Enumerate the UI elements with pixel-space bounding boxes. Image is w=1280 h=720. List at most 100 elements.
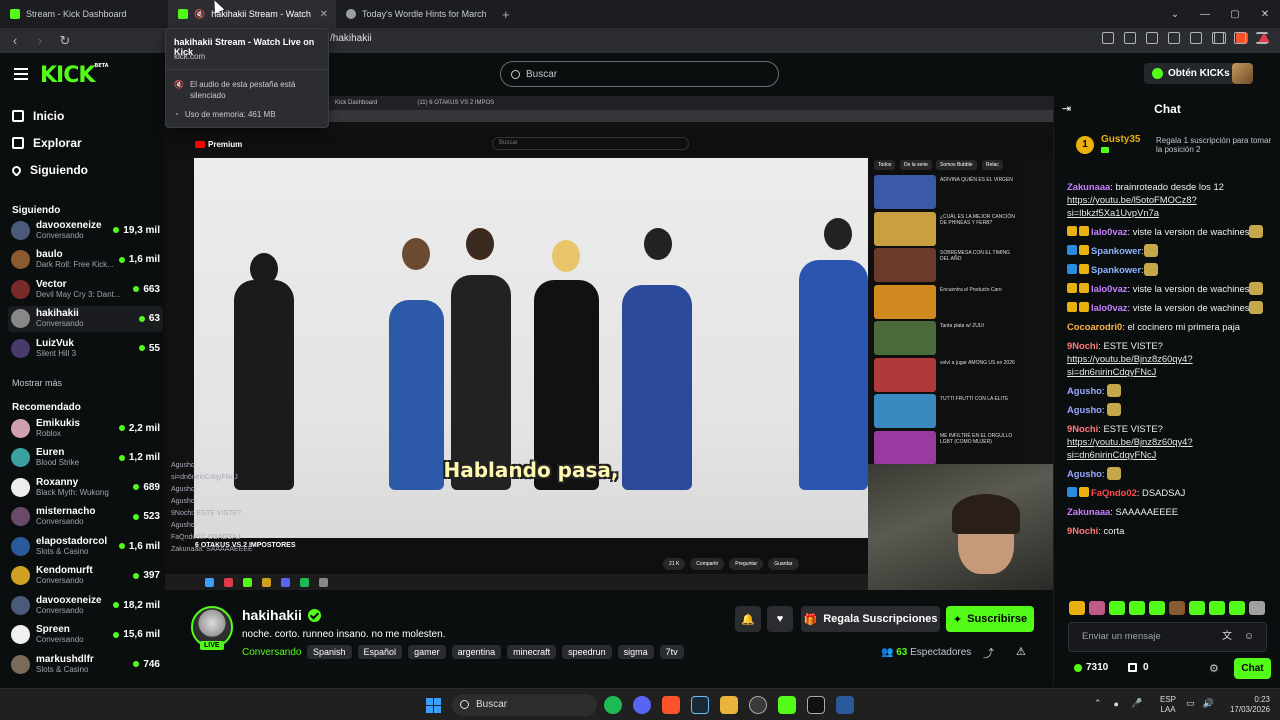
chat-username[interactable]: Zakunaaa bbox=[1067, 506, 1110, 517]
chat-username[interactable]: lalo0vaz bbox=[1091, 283, 1127, 294]
window-menu-icon[interactable]: ⌄ bbox=[1160, 9, 1190, 20]
tag-minecraft[interactable]: minecraft bbox=[507, 645, 557, 659]
tab-wordle-hints[interactable]: Today's Wordle Hints for March 17, 2 bbox=[336, 0, 496, 28]
gift-subs-button[interactable]: 🎁 Regala Suscripciones bbox=[801, 606, 940, 632]
emote-icon[interactable] bbox=[1149, 601, 1165, 615]
minimize-icon[interactable]: — bbox=[1190, 9, 1220, 20]
tray-app-icon[interactable]: ● bbox=[1114, 699, 1119, 709]
sidebar-channel-elapostadorcol[interactable]: elapostadorcol Slots & Casino 1,6 mil bbox=[8, 533, 163, 559]
kicks-balance[interactable]: 7310 bbox=[1074, 662, 1108, 673]
maximize-icon[interactable]: ▢ bbox=[1220, 9, 1250, 20]
chat-username[interactable]: Agusho bbox=[1067, 404, 1102, 415]
vpn-icon[interactable] bbox=[1234, 32, 1246, 44]
nav-following[interactable]: Siguiendo bbox=[10, 163, 88, 177]
chat-username[interactable]: Agusho bbox=[1067, 468, 1102, 479]
chat-username[interactable]: Spankower bbox=[1091, 245, 1141, 256]
chat-username[interactable]: Spankower bbox=[1091, 264, 1141, 275]
brave-icon[interactable] bbox=[662, 696, 680, 714]
sidebar-icon[interactable] bbox=[1168, 32, 1180, 44]
top-gifter-name[interactable]: Gusty35 bbox=[1101, 134, 1140, 145]
show-more-link[interactable]: Mostrar más bbox=[12, 378, 62, 388]
search-input[interactable]: Buscar bbox=[500, 61, 779, 87]
subscribe-button[interactable]: ✦ Suscribirse bbox=[946, 606, 1034, 632]
streamer-name[interactable]: hakihakii bbox=[242, 607, 321, 623]
sidebar-channel-baulo[interactable]: baulo Dark Roll: Free Kick... 1,6 mil bbox=[8, 247, 163, 273]
follow-button[interactable]: ♥ bbox=[767, 606, 793, 632]
report-icon[interactable]: ⚠ bbox=[1016, 645, 1026, 658]
tag-sigma[interactable]: sigma bbox=[617, 645, 654, 659]
tag-spanish[interactable]: Spanish bbox=[307, 645, 352, 659]
emote-icon[interactable] bbox=[1069, 601, 1085, 615]
chat-settings-icon[interactable]: ⚙ bbox=[1209, 662, 1219, 675]
obs-icon[interactable] bbox=[749, 696, 767, 714]
leo-ai-icon[interactable] bbox=[1212, 32, 1224, 44]
translate-icon[interactable]: 文 bbox=[1222, 623, 1232, 651]
nav-explore[interactable]: Explorar bbox=[12, 136, 82, 150]
chat-username[interactable]: 9Nochi bbox=[1067, 525, 1098, 536]
tab-hakihakii-stream[interactable]: 🔇 hakihakii Stream - Watch Live ✕ bbox=[168, 0, 336, 28]
chat-link[interactable]: https://youtu.be/Bjnz8z60qy4?si=dn6nirin… bbox=[1067, 436, 1193, 460]
chat-username[interactable]: Zakunaaa bbox=[1067, 181, 1110, 192]
sidebar-channel-hakihakii[interactable]: hakihakii Conversando 63 bbox=[8, 305, 163, 332]
extensions-icon[interactable] bbox=[1124, 32, 1136, 44]
epic-games-icon[interactable] bbox=[807, 696, 825, 714]
sidebar-channel-vector[interactable]: Vector Devil May Cry 3: Dant... 663 bbox=[8, 276, 163, 302]
emoji-icon[interactable]: ☺ bbox=[1244, 623, 1254, 651]
send-chat-button[interactable]: Chat bbox=[1234, 658, 1271, 679]
back-icon[interactable]: ‹ bbox=[5, 33, 25, 48]
chat-username[interactable]: lalo0vaz bbox=[1091, 226, 1127, 237]
tab-kick-dashboard[interactable]: Stream - Kick Dashboard bbox=[0, 0, 168, 28]
hamburger-menu-icon[interactable] bbox=[14, 68, 28, 80]
chat-username[interactable]: 9Nochi bbox=[1067, 340, 1098, 351]
sidebar-channel-roxanny[interactable]: Roxanny Black Myth: Wukong 689 bbox=[8, 474, 163, 500]
chat-username[interactable]: FaQndo02 bbox=[1091, 487, 1137, 498]
chat-username[interactable]: 9Nochi bbox=[1067, 423, 1098, 434]
file-explorer-icon[interactable] bbox=[720, 696, 738, 714]
sidebar-channel-spreen[interactable]: Spreen Conversando 15,6 mil bbox=[8, 622, 163, 648]
discord-icon[interactable] bbox=[633, 696, 651, 714]
channel-points[interactable]: 0 bbox=[1128, 662, 1149, 673]
sidebar-channel-luizvuk[interactable]: LuizVuk Silent Hill 3 55 bbox=[8, 335, 163, 361]
get-kicks-button[interactable]: Obtén KICKs bbox=[1144, 63, 1238, 84]
chat-link[interactable]: https://youtu.be/Bjnz8z60qy4?si=dn6nirin… bbox=[1067, 353, 1193, 377]
kick-logo[interactable]: KICKBETA bbox=[40, 63, 109, 88]
chat-username[interactable]: lalo0vaz bbox=[1091, 302, 1127, 313]
chat-username[interactable]: Agusho bbox=[1067, 385, 1102, 396]
url-text[interactable]: /hakihakii bbox=[330, 33, 372, 44]
windows-start-icon[interactable] bbox=[426, 698, 441, 713]
tab-search-icon[interactable] bbox=[1146, 32, 1158, 44]
microphone-icon[interactable]: 🎤 bbox=[1131, 698, 1142, 709]
tray-chevron-icon[interactable]: ⌃ bbox=[1094, 698, 1102, 709]
sidebar-channel-davooxeneize[interactable]: davooxeneize Conversando 19,3 mil bbox=[8, 217, 163, 243]
close-tab-icon[interactable]: ✕ bbox=[320, 9, 328, 20]
video-player[interactable]: Kick Dashboard (11) 6 OTAKUS VS 2 IMPOS … bbox=[165, 96, 1053, 590]
chat-username[interactable]: Cocoarodri0 bbox=[1067, 321, 1122, 332]
tag-speedrun[interactable]: speedrun bbox=[562, 645, 612, 659]
screenshot-icon[interactable] bbox=[1102, 32, 1114, 44]
sidebar-channel-euren[interactable]: Euren Blood Strike 1,2 mil bbox=[8, 445, 163, 471]
spotify-icon[interactable] bbox=[604, 696, 622, 714]
input-language[interactable]: ESP LAA bbox=[1160, 695, 1176, 715]
taskbar-clock[interactable]: 0:23 17/03/2026 bbox=[1222, 695, 1270, 715]
muted-speaker-icon[interactable]: 🔇 bbox=[194, 9, 205, 20]
sidebar-channel-misternacho[interactable]: misternacho Conversando 523 bbox=[8, 504, 163, 530]
sidebar-channel-davooxeneize[interactable]: davooxeneize Conversando 18,2 mil bbox=[8, 592, 163, 618]
tag-gamer[interactable]: gamer bbox=[408, 645, 446, 659]
quick-settings[interactable]: ▭ 🔊 bbox=[1186, 698, 1214, 709]
chat-link[interactable]: https://youtu.be/l5otoFMOCz8?si=lbkzf5Xa… bbox=[1067, 194, 1197, 218]
emote-icon[interactable] bbox=[1189, 601, 1205, 615]
sidebar-channel-kendomurft[interactable]: Kendomurft Conversando 397 bbox=[8, 563, 163, 589]
taskbar-search[interactable]: Buscar bbox=[452, 694, 597, 716]
emote-icon[interactable] bbox=[1129, 601, 1145, 615]
reload-icon[interactable]: ↻ bbox=[55, 33, 75, 49]
tag-7tv[interactable]: 7tv bbox=[659, 645, 684, 659]
close-window-icon[interactable]: ✕ bbox=[1250, 9, 1280, 20]
emote-icon[interactable] bbox=[1209, 601, 1225, 615]
user-avatar[interactable] bbox=[1232, 63, 1253, 84]
new-tab-icon[interactable]: + bbox=[502, 7, 510, 22]
emote-icon[interactable] bbox=[1109, 601, 1125, 615]
wallet-icon[interactable] bbox=[1190, 32, 1202, 44]
emote-icon[interactable] bbox=[1249, 601, 1265, 615]
notification-bell-button[interactable]: 🔔 bbox=[735, 606, 761, 632]
sidebar-channel-emikukis[interactable]: Emikukis Roblox 2,2 mil bbox=[8, 415, 163, 441]
